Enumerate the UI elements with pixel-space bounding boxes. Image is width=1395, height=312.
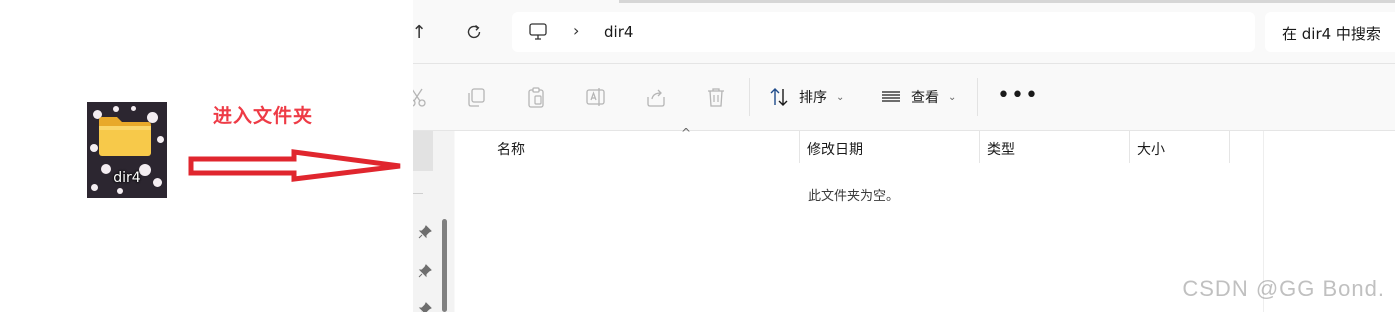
view-icon	[882, 91, 900, 102]
sort-icon	[770, 88, 788, 106]
delete-icon[interactable]	[704, 85, 728, 109]
more-options-button[interactable]: •••	[997, 83, 1039, 108]
search-placeholder: 在 dir4 中搜索	[1282, 25, 1381, 43]
sort-caret-icon: ^	[681, 126, 692, 140]
annotation-text: 进入文件夹	[213, 105, 314, 127]
chevron-down-icon: ⌄	[948, 91, 957, 103]
pin-icon[interactable]	[417, 301, 433, 312]
column-header-type[interactable]: 类型	[987, 139, 1015, 159]
breadcrumb-chevron-icon: ›	[573, 21, 580, 40]
address-bar[interactable]: › dir4	[512, 12, 1255, 52]
column-divider[interactable]	[1129, 131, 1130, 163]
screenshot-stage: dir4 进入文件夹 ↑ › dir4 在 dir4 中搜索 排序 ⌄ 查看 ⌄…	[0, 0, 1395, 312]
column-divider[interactable]	[1229, 131, 1230, 163]
column-divider[interactable]	[979, 131, 980, 163]
refresh-icon	[467, 24, 481, 39]
file-explorer-window: ↑ › dir4 在 dir4 中搜索 排序 ⌄ 查看 ⌄ ••• ^ 名称 修…	[413, 0, 1395, 312]
desktop-folder-label: dir4	[113, 170, 141, 186]
sort-button[interactable]: 排序 ⌄	[768, 83, 844, 111]
empty-folder-message: 此文件夹为空。	[808, 189, 900, 204]
sort-label: 排序	[799, 90, 827, 106]
nav-selected-item[interactable]	[413, 131, 433, 171]
refresh-button[interactable]	[458, 16, 490, 48]
toolbar-separator	[977, 78, 978, 116]
column-divider[interactable]	[799, 131, 800, 163]
watermark: CSDN @GG Bond.	[1182, 276, 1385, 301]
this-pc-icon	[529, 23, 547, 40]
cut-icon[interactable]	[413, 85, 429, 109]
chevron-down-icon: ⌄	[836, 91, 845, 103]
nav-scrollbar[interactable]	[442, 219, 447, 312]
rename-icon[interactable]	[584, 85, 608, 109]
share-icon[interactable]	[644, 85, 668, 109]
arrow-up-icon: ↑	[413, 21, 427, 43]
toolbar-separator	[749, 78, 750, 116]
view-label: 查看	[911, 90, 939, 106]
column-header-size[interactable]: 大小	[1137, 139, 1165, 159]
paste-icon[interactable]	[524, 85, 548, 109]
nav-divider	[413, 193, 423, 194]
view-button[interactable]: 查看 ⌄	[880, 83, 956, 111]
window-edge	[619, 0, 1395, 3]
red-arrow-icon	[188, 149, 401, 182]
divider	[413, 63, 1395, 64]
folder-icon	[99, 117, 151, 156]
up-button[interactable]: ↑	[413, 16, 435, 48]
pin-icon[interactable]	[417, 263, 433, 279]
breadcrumb-current[interactable]: dir4	[604, 23, 633, 41]
search-box[interactable]: 在 dir4 中搜索	[1265, 12, 1395, 52]
desktop-folder-shortcut[interactable]: dir4	[87, 102, 167, 198]
pin-icon[interactable]	[417, 224, 433, 240]
column-header-modified[interactable]: 修改日期	[807, 139, 863, 159]
navigation-pane	[413, 131, 454, 312]
copy-icon[interactable]	[464, 85, 488, 109]
column-header-name[interactable]: 名称	[497, 139, 525, 159]
